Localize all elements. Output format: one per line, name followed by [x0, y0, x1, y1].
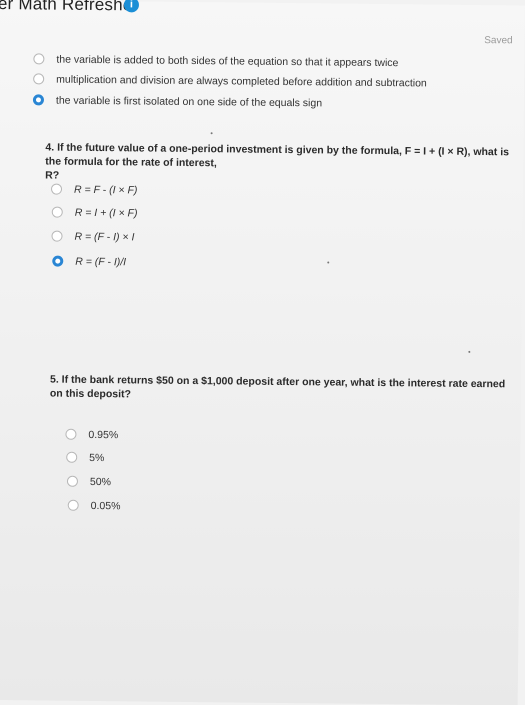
q4-option-d[interactable]: R = (F - I)/I — [52, 255, 126, 270]
q5-option-label: 0.95% — [88, 428, 119, 442]
saved-status: Saved — [484, 35, 513, 47]
q3-option-label: the variable is first isolated on one si… — [55, 94, 323, 110]
q4-option-label: R = I + (I × F) — [74, 206, 138, 220]
screen-speck — [327, 261, 330, 264]
app-header: er Math Refresher i — [0, 0, 525, 27]
q3-option-label: multiplication and division are always c… — [56, 73, 427, 90]
q5-option-label: 5% — [89, 451, 105, 465]
q4-option-a[interactable]: R = F - (I × F) — [50, 183, 138, 198]
app-title: er Math Refresher — [0, 0, 139, 15]
q5-option-label: 0.05% — [90, 499, 121, 513]
question-5-text: 5. If the bank returns $50 on a $1,000 d… — [49, 373, 506, 401]
q5-option-c[interactable]: 50% — [66, 475, 112, 489]
q3-option-c[interactable]: the variable is first isolated on one si… — [32, 93, 323, 110]
question-4-text: 4. If the future value of a one-period i… — [45, 140, 515, 187]
q5-option-label: 50% — [89, 475, 112, 489]
screen-speck — [210, 132, 213, 135]
q4-radio-d-selected[interactable] — [52, 255, 64, 267]
q3-radio-c-selected[interactable] — [32, 94, 45, 106]
q4-radio-b[interactable] — [51, 206, 63, 218]
q3-option-label: the variable is added to both sides of t… — [56, 53, 399, 70]
q5-radio-d[interactable] — [67, 499, 79, 511]
q5-radio-a[interactable] — [65, 428, 77, 440]
q4-option-c[interactable]: R = (F - I) × I — [51, 230, 134, 245]
q3-option-a[interactable]: the variable is added to both sides of t… — [33, 52, 398, 70]
q4-radio-a[interactable] — [50, 183, 63, 195]
q3-option-b[interactable]: multiplication and division are always c… — [33, 72, 427, 90]
q5-radio-c[interactable] — [66, 475, 79, 487]
q4-option-label: R = (F - I) × I — [74, 230, 135, 244]
question-4-line1: 4. If the future value of a one-period i… — [45, 141, 510, 170]
q4-option-label: R = F - (I × F) — [73, 183, 138, 197]
q4-option-b[interactable]: R = I + (I × F) — [51, 206, 138, 221]
screen-speck — [468, 350, 471, 353]
q4-option-label: R = (F - I)/I — [75, 255, 127, 269]
quiz-page: er Math Refresher i Saved the variable i… — [0, 0, 525, 705]
q5-option-b[interactable]: 5% — [66, 451, 104, 465]
q4-radio-c[interactable] — [51, 230, 63, 242]
q5-option-a[interactable]: 0.95% — [65, 428, 118, 443]
q5-radio-b[interactable] — [66, 451, 78, 463]
q3-radio-b[interactable] — [33, 73, 45, 85]
q3-radio-a[interactable] — [33, 53, 45, 65]
q5-option-d[interactable]: 0.05% — [67, 499, 121, 514]
